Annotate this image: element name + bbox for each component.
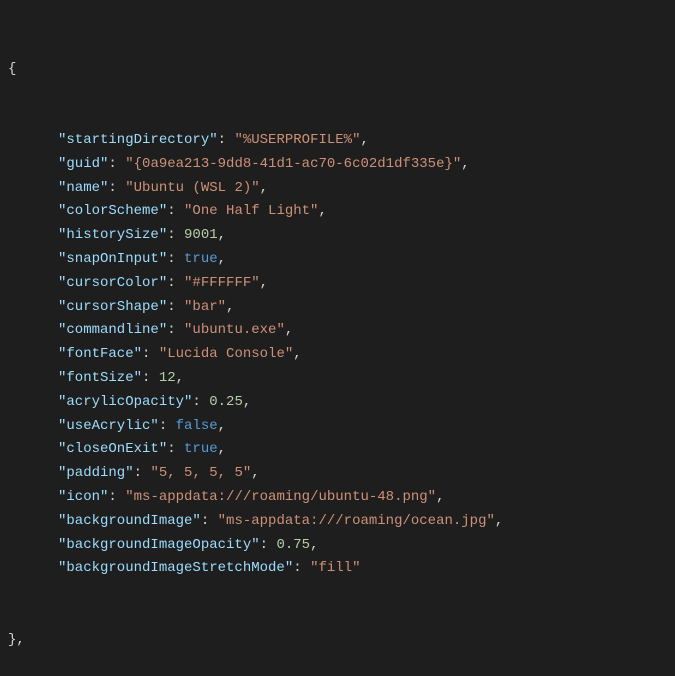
json-comma: ,: [285, 322, 293, 338]
json-colon: :: [108, 489, 125, 505]
json-colon: :: [167, 441, 184, 457]
json-property-line: "fontSize": 12,: [8, 367, 667, 391]
json-property-line: "useAcrylic": false,: [8, 415, 667, 439]
json-comma: ,: [226, 299, 234, 315]
json-key: "acrylicOpacity": [58, 394, 192, 410]
json-comma: ,: [360, 132, 368, 148]
json-property-line: "snapOnInput": true,: [8, 248, 667, 272]
json-value: 0.75: [276, 537, 310, 553]
json-colon: :: [167, 275, 184, 291]
json-colon: :: [167, 299, 184, 315]
json-comma: ,: [436, 489, 444, 505]
json-value: 0.25: [209, 394, 243, 410]
json-comma: ,: [218, 418, 226, 434]
json-value: "bar": [184, 299, 226, 315]
json-key: "useAcrylic": [58, 418, 159, 434]
json-key: "backgroundImage": [58, 513, 201, 529]
json-property-line: "fontFace": "Lucida Console",: [8, 343, 667, 367]
json-value: "{0a9ea213-9dd8-41d1-ac70-6c02d1df335e}": [125, 156, 461, 172]
json-comma: ,: [218, 441, 226, 457]
json-comma: ,: [176, 370, 184, 386]
json-property-line: "acrylicOpacity": 0.25,: [8, 391, 667, 415]
json-colon: :: [142, 346, 159, 362]
json-key: "snapOnInput": [58, 251, 167, 267]
json-property-line: "name": "Ubuntu (WSL 2)",: [8, 177, 667, 201]
json-property-line: "commandline": "ubuntu.exe",: [8, 319, 667, 343]
json-key: "guid": [58, 156, 108, 172]
json-key: "cursorColor": [58, 275, 167, 291]
json-colon: :: [192, 394, 209, 410]
json-code-block[interactable]: { "startingDirectory": "%USERPROFILE%","…: [8, 10, 667, 676]
json-value: "ubuntu.exe": [184, 322, 285, 338]
json-value: "Ubuntu (WSL 2)": [125, 180, 259, 196]
json-property-line: "backgroundImage": "ms-appdata:///roamin…: [8, 510, 667, 534]
json-value: "Lucida Console": [159, 346, 293, 362]
json-comma: ,: [461, 156, 469, 172]
json-value: 9001: [184, 227, 218, 243]
json-comma: ,: [218, 227, 226, 243]
json-value: "5, 5, 5, 5": [150, 465, 251, 481]
json-property-line: "backgroundImageOpacity": 0.75,: [8, 534, 667, 558]
json-property-line: "colorScheme": "One Half Light",: [8, 200, 667, 224]
json-value: "ms-appdata:///roaming/ubuntu-48.png": [125, 489, 436, 505]
json-colon: :: [167, 322, 184, 338]
json-comma: ,: [310, 537, 318, 553]
json-comma: ,: [243, 394, 251, 410]
json-colon: :: [260, 537, 277, 553]
json-property-line: "cursorShape": "bar",: [8, 296, 667, 320]
json-property-line: "guid": "{0a9ea213-9dd8-41d1-ac70-6c02d1…: [8, 153, 667, 177]
json-comma: ,: [260, 180, 268, 196]
json-key: "fontFace": [58, 346, 142, 362]
json-key: "colorScheme": [58, 203, 167, 219]
json-key: "fontSize": [58, 370, 142, 386]
json-key: "padding": [58, 465, 134, 481]
json-value: "ms-appdata:///roaming/ocean.jpg": [218, 513, 495, 529]
json-value: "fill": [310, 560, 360, 576]
json-key: "backgroundImageOpacity": [58, 537, 260, 553]
json-colon: :: [167, 227, 184, 243]
json-key: "historySize": [58, 227, 167, 243]
json-comma: ,: [318, 203, 326, 219]
json-key: "startingDirectory": [58, 132, 218, 148]
json-value: true: [184, 441, 218, 457]
json-property-line: "startingDirectory": "%USERPROFILE%",: [8, 129, 667, 153]
json-value: false: [176, 418, 218, 434]
json-colon: :: [218, 132, 235, 148]
json-colon: :: [108, 156, 125, 172]
json-value: "One Half Light": [184, 203, 318, 219]
json-colon: :: [201, 513, 218, 529]
json-colon: :: [167, 251, 184, 267]
json-comma: ,: [251, 465, 259, 481]
json-colon: :: [293, 560, 310, 576]
json-property-line: "historySize": 9001,: [8, 224, 667, 248]
json-property-line: "icon": "ms-appdata:///roaming/ubuntu-48…: [8, 486, 667, 510]
json-colon: :: [134, 465, 151, 481]
json-key: "cursorShape": [58, 299, 167, 315]
json-comma: ,: [260, 275, 268, 291]
json-comma: ,: [293, 346, 301, 362]
json-key: "icon": [58, 489, 108, 505]
json-value: true: [184, 251, 218, 267]
json-property-line: "padding": "5, 5, 5, 5",: [8, 462, 667, 486]
open-brace: {: [8, 61, 16, 77]
json-property-line: "backgroundImageStretchMode": "fill": [8, 557, 667, 581]
json-colon: :: [142, 370, 159, 386]
json-key: "closeOnExit": [58, 441, 167, 457]
json-colon: :: [167, 203, 184, 219]
json-property-line: "closeOnExit": true,: [8, 438, 667, 462]
json-properties: "startingDirectory": "%USERPROFILE%","gu…: [8, 129, 667, 581]
json-colon: :: [108, 180, 125, 196]
json-value: 12: [159, 370, 176, 386]
json-key: "commandline": [58, 322, 167, 338]
close-brace: },: [8, 632, 25, 648]
json-key: "backgroundImageStretchMode": [58, 560, 293, 576]
json-colon: :: [159, 418, 176, 434]
json-property-line: "cursorColor": "#FFFFFF",: [8, 272, 667, 296]
json-value: "%USERPROFILE%": [234, 132, 360, 148]
json-comma: ,: [495, 513, 503, 529]
json-key: "name": [58, 180, 108, 196]
json-comma: ,: [218, 251, 226, 267]
json-value: "#FFFFFF": [184, 275, 260, 291]
